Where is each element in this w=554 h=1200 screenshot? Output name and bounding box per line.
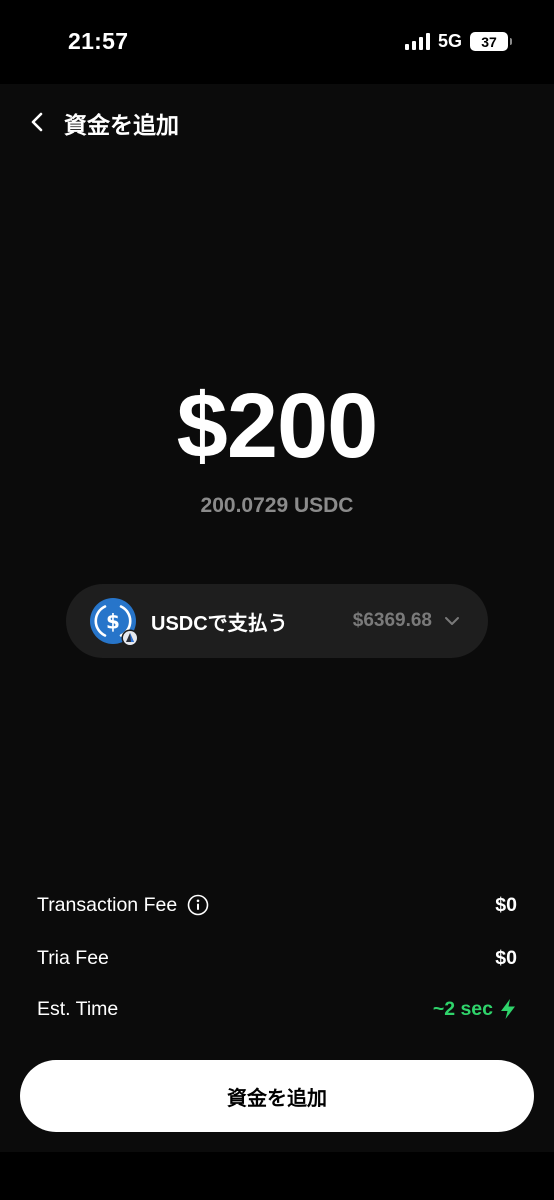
tria-fee-value: $0 (495, 946, 517, 969)
pay-token-selector[interactable]: $ USDCで支払う $6369.68 (66, 584, 488, 658)
network-badge-icon (121, 629, 139, 647)
back-button[interactable] (22, 106, 54, 138)
header: 資金を追加 (0, 84, 554, 160)
status-time: 21:57 (68, 28, 129, 54)
battery-level: 37 (481, 33, 497, 50)
usdc-coin-icon: $ (90, 598, 139, 647)
chevron-down-icon (442, 611, 462, 631)
add-funds-button[interactable]: 資金を追加 (20, 1060, 534, 1132)
est-time-label: Est. Time (37, 997, 119, 1020)
home-indicator-area (0, 1152, 554, 1200)
signal-icon (404, 33, 430, 50)
est-time-value: ~2 sec (432, 997, 493, 1020)
tria-fee-row: Tria Fee $0 (37, 943, 517, 973)
status-indicators: 5G 37 (404, 31, 512, 52)
network-label: 5G (437, 31, 462, 51)
transaction-fee-label: Transaction Fee (37, 893, 178, 916)
token-balance: $6369.68 (352, 610, 432, 631)
est-time-row: Est. Time ~2 sec (37, 994, 517, 1024)
status-bar: 21:57 5G 37 (0, 0, 554, 84)
transaction-fee-value: $0 (495, 893, 517, 916)
add-funds-screen: 資金を追加 $200 200.0729 USDC $ USDCで支払う $636… (0, 84, 554, 1152)
transaction-fee-row: Transaction Fee $0 (37, 890, 517, 920)
lightning-icon (501, 999, 515, 1019)
chevron-left-icon (31, 112, 43, 132)
amount-display[interactable]: $200 (0, 374, 554, 478)
tria-fee-label: Tria Fee (37, 946, 109, 969)
converted-amount: 200.0729 USDC (200, 494, 354, 517)
est-time-value-wrap: ~2 sec (433, 998, 517, 1021)
pay-token-label: USDCで支払う (151, 612, 288, 635)
svg-text:$: $ (106, 610, 120, 634)
battery-icon: 37 (470, 32, 512, 51)
page-title: 資金を追加 (64, 112, 179, 138)
info-icon[interactable] (187, 894, 209, 916)
